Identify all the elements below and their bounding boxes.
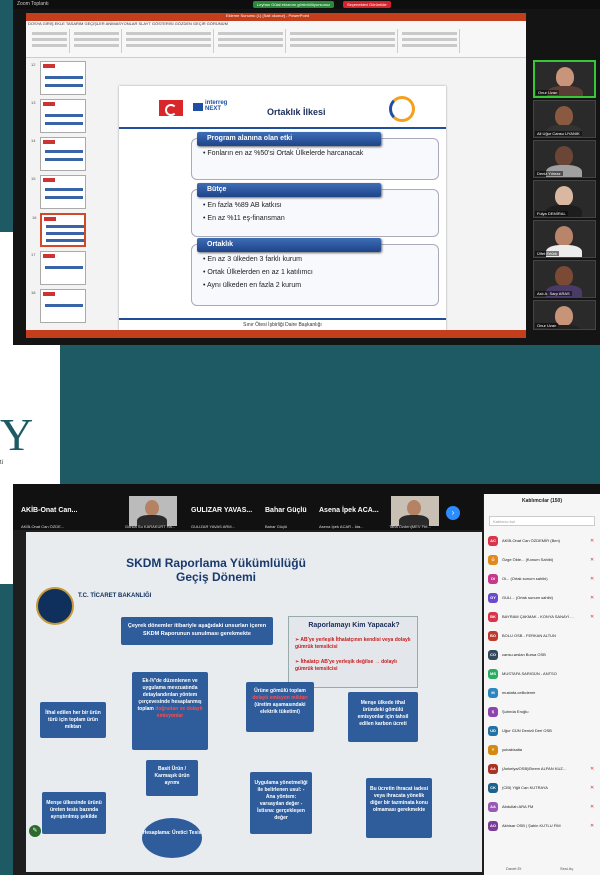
flow-box: İthal edilen her bir ürün türü için topl… (40, 702, 106, 738)
turkey-flag-icon (159, 100, 183, 116)
editing-group[interactable] (400, 29, 460, 53)
bullet-item: • En az 3 ülkeden 3 farklı kurum (203, 256, 302, 263)
slide-thumbnail[interactable]: 17 (31, 251, 86, 285)
next-page-button[interactable]: › (446, 506, 460, 520)
bullet-item: • Fonların en az %50'si Ortak Ülkelerde … (203, 150, 364, 157)
slide-title: Ortaklık İlkesi (267, 107, 326, 117)
background-text: ti (0, 460, 3, 466)
speaker-tile[interactable]: Asena İpek ACA... Asena İpek ACAR - İda..… (317, 494, 387, 530)
paragraph-group[interactable] (216, 29, 286, 53)
app-title: Zoom Toplantı (17, 1, 49, 7)
zoom-window-bottom: AKİB-Onat Can... AKİB-Onat Can ÖZDE... Go… (13, 484, 600, 875)
slide-thumbnails: 12 13 14 15 16 17 18 (28, 61, 90, 331)
slide-title: SKDM Raporlama Yükümlülüğü Geçiş Dönemi (126, 556, 306, 584)
speaker-tile[interactable]: GULIZAR YAVAS... GULIZAR YAVAS ARM... (189, 494, 259, 530)
flow-box: Menşe ülkede ithal üründeki gömülü emisy… (348, 692, 418, 742)
participant-row[interactable]: Ö Özge Ökte... (Konum Sahibi) ✕ (488, 553, 600, 567)
participant-row[interactable]: Mmustafa.celikdemir (488, 686, 600, 700)
bullet-item: • En fazla %89 AB katkısı (203, 202, 282, 209)
view-options-button[interactable]: Seçenekleri Görüntüle (343, 1, 391, 8)
powerpoint-window: DOSYA GİRİŞ EKLE TASARIM GEÇİŞLER ANİMAS… (26, 13, 526, 338)
zoom-title-bar: Zoom Toplantı Leyhan Gülal ekranını görü… (13, 0, 600, 9)
interreg-logo: interreg NEXT (205, 100, 228, 112)
background-letter: Y (0, 409, 34, 460)
bullet-item: • Aynı ülkeden en fazla 2 kurum (203, 282, 302, 289)
participant-search-input[interactable]: Katılımcı bul (489, 516, 595, 526)
slide-thumbnail[interactable]: 13 (31, 99, 86, 133)
participant-row[interactable]: AC AKİB-Onat Can ÖZDEMİR (Ben) ✕ (488, 534, 600, 548)
slide-thumbnail[interactable]: 18 (31, 289, 86, 323)
slides-group[interactable] (72, 29, 122, 53)
speaker-tile[interactable]: Taha Özden(MEV Fbt... (389, 494, 445, 530)
window-title-bar (13, 484, 600, 494)
font-group[interactable] (124, 29, 214, 53)
unmute-button[interactable]: Sesi Aç (560, 866, 573, 871)
current-slide: interreg NEXT Ortaklık İlkesi Program ala… (119, 86, 446, 331)
intro-box: Çeyrek dönemler itibariyle aşağıdaki uns… (121, 617, 273, 645)
flow-box: Ek-IV'de düzenlenen ve uygulama mevzuatı… (132, 672, 208, 750)
speaker-strip: AKİB-Onat Can... AKİB-Onat Can ÖZDE... Go… (13, 494, 483, 530)
slide-header: interreg NEXT Ortaklık İlkesi (119, 86, 446, 129)
participants-header: Katılımcılar (150) (521, 498, 563, 504)
clipboard-group[interactable] (30, 29, 70, 53)
section-header: Ortaklık (197, 238, 381, 252)
doc-title: Ekleme Sunumu (1) [Salt okunur] - PowerP… (226, 13, 309, 18)
participant-video[interactable]: Onur Uzan (533, 300, 596, 330)
zoom-window-top: Zoom Toplantı Leyhan Gülal ekranını görü… (13, 0, 600, 345)
participant-video[interactable]: Ali Uğur Cansu UYANIK (533, 100, 596, 138)
flow-oval: Hesaplama: Üretici Tesis (142, 818, 202, 858)
shared-slide: T.C. TİCARET BAKANLIĞI SKDM Raporlama Yü… (26, 532, 482, 872)
speaker-tile[interactable]: Gonca Su KARAKURT Ha... (123, 494, 183, 530)
desktop-background (60, 346, 600, 484)
section-header: Program alanına olan etki (197, 132, 381, 146)
ribbon: DOSYA GİRİŞ EKLE TASARIM GEÇİŞLER ANİMAS… (26, 13, 526, 58)
participant-row[interactable]: Yyubakisalta (488, 743, 600, 757)
speaker-tile[interactable]: AKİB-Onat Can... AKİB-Onat Can ÖZDE... (17, 494, 97, 530)
drawing-group[interactable] (288, 29, 398, 53)
ministry-seal-icon (36, 587, 74, 625)
participant-video[interactable]: Onur Uzan (533, 60, 596, 98)
speaker-tile[interactable]: Bahar Güçlü Bahar Güçlü (263, 494, 313, 530)
status-bar (26, 330, 526, 338)
annotate-pencil-icon[interactable]: ✎ (29, 825, 41, 837)
participants-panel: Katılımcılar (150) Katılımcı bul AC AKİB-… (484, 494, 600, 875)
share-banner: Leyhan Gülal ekranını görüntülüyorsunuz (253, 1, 335, 8)
section-header: Bütçe (197, 183, 381, 197)
flow-box: Uygulama yönetmeliği ile belirlenen usul… (250, 772, 312, 834)
reporting-box: Raporlamayı Kim Yapacak? ➢ AB'ye yerleşi… (288, 616, 418, 688)
participant-row[interactable]: CO cansu.arslan Bursa OSB (488, 648, 600, 662)
participant-row[interactable]: AA (Ankelya/OSB)Ekrem ALPAN KUZ... ✕ (488, 762, 600, 776)
ministry-name: T.C. TİCARET BAKANLIĞI (78, 593, 152, 599)
ribbon-tabs[interactable]: DOSYA GİRİŞ EKLE TASARIM GEÇİŞLER ANİMAS… (28, 21, 228, 26)
participant-video[interactable]: Deniz Yılmaz (533, 140, 596, 178)
slide-thumbnail[interactable]: 15 (31, 175, 86, 209)
flow-box: Basit Ürün / Karmaşık ürün ayrımı (146, 760, 198, 796)
flow-box: Ürüne gömülü toplam dolaylı emisyon mikt… (246, 682, 314, 732)
flow-box: Bu ücretin ihracat iadesi veya ihracata … (366, 778, 432, 838)
participant-row[interactable]: BO BOLU OSB - FERKAN ALTUN (488, 629, 600, 643)
participant-video[interactable]: Fulya DEMİRAL (533, 180, 596, 218)
bullet-item: • Ortak Ülkelerden en az 1 katılımcı (203, 269, 313, 276)
participant-video[interactable]: Aslı A. Sarp ARAS (533, 260, 596, 298)
participant-row[interactable]: GY GULI... (Ortak sunum sahibi) ✕ (488, 591, 600, 605)
participant-row[interactable]: BK BAYRAM ÇAKMAK - KONYA SANAYİ ... ✕ (488, 610, 600, 624)
slide-thumbnail[interactable]: 12 (31, 61, 86, 95)
eu-flag-icon (193, 103, 203, 111)
participant-row[interactable]: AO Akhisar OSB | Şahin KUTLU FİM ✕ (488, 819, 600, 833)
flow-box: Menşe ülkesinde ürünü üreten tesis bazın… (42, 792, 106, 834)
slide-thumbnail-selected[interactable]: 16 (32, 213, 86, 247)
participant-row[interactable]: Ol Ol... (Ortak sunum sahibi) ✕ (488, 572, 600, 586)
participant-row[interactable]: UD Uğur GÜN Denizli Deri OSB (488, 724, 600, 738)
bullet-item: • En az %11 eş-finansman (203, 215, 285, 222)
invite-button[interactable]: Davet Et (506, 866, 521, 871)
participant-row[interactable]: CK (CİB) Yiğit Can KUTRAYA ✕ (488, 781, 600, 795)
slide-thumbnail[interactable]: 14 (31, 137, 86, 171)
participant-row[interactable]: Ş Şuheda Eroğlu (488, 705, 600, 719)
participant-video[interactable]: Ülfet Ertürk (533, 220, 596, 258)
participant-row[interactable]: MS MUSTAFA SARIGÜN - ANTSO (488, 667, 600, 681)
eni-logo-icon (389, 96, 415, 122)
video-gallery: Onur Uzan Ali Uğur Cansu UYANIK Deniz Yı… (533, 56, 600, 341)
participant-row[interactable]: AA Abdullah ARA FM ✕ (488, 800, 600, 814)
